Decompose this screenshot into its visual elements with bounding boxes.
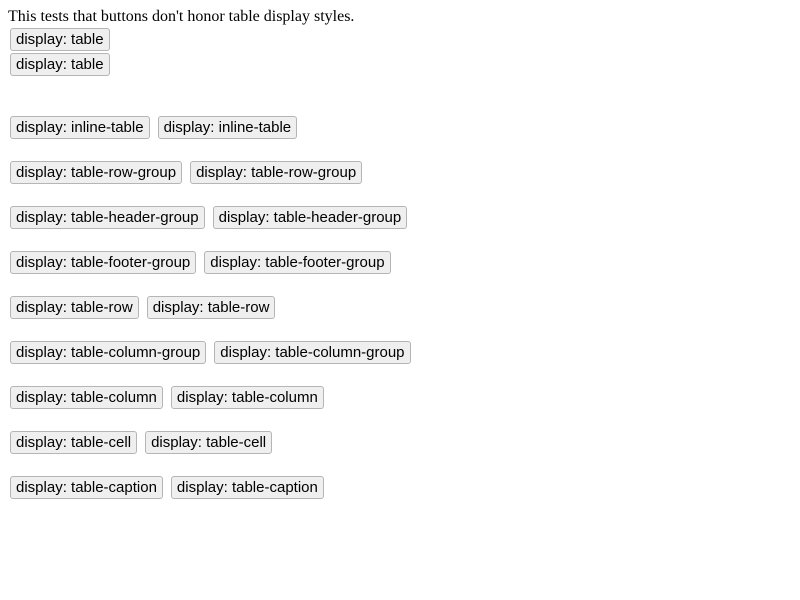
table-column-group-button[interactable]: display: table-column-group [10, 341, 207, 364]
button-row-table-cell: display: table-cell display: table-cell [10, 431, 280, 454]
table-button[interactable]: display: table [10, 28, 110, 51]
table-row-group-button[interactable]: display: table-row-group [10, 161, 183, 184]
button-row-table-caption: display: table-caption display: table-cap… [10, 476, 332, 499]
button-row-table-2: display: table [10, 53, 118, 76]
button-row-table-column: display: table-column display: table-colu… [10, 386, 332, 409]
table-row-group-button[interactable]: display: table-row-group [190, 161, 363, 184]
table-row-button[interactable]: display: table-row [146, 296, 276, 319]
button-row-table-column-group: display: table-column-group display: tabl… [10, 341, 419, 364]
table-column-button[interactable]: display: table-column [10, 386, 163, 409]
button-row-table-row-group: display: table-row-group display: table-r… [10, 161, 370, 184]
inline-table-button[interactable]: display: inline-table [10, 116, 150, 139]
table-cell-button[interactable]: display: table-cell [145, 431, 273, 454]
table-button[interactable]: display: table [10, 53, 110, 76]
table-footer-group-button[interactable]: display: table-footer-group [10, 251, 197, 274]
button-row-table-header-group: display: table-header-group display: tabl… [10, 206, 415, 229]
button-row-inline-table: display: inline-table display: inline-tab… [10, 116, 305, 139]
table-caption-button[interactable]: display: table-caption [170, 476, 324, 499]
table-column-button[interactable]: display: table-column [170, 386, 324, 409]
table-header-group-button[interactable]: display: table-header-group [10, 206, 205, 229]
button-row-table-row: display: table-row display: table-row [10, 296, 283, 319]
table-cell-button[interactable]: display: table-cell [10, 431, 138, 454]
inline-table-button[interactable]: display: inline-table [157, 116, 298, 139]
table-footer-group-button[interactable]: display: table-footer-group [204, 251, 391, 274]
table-column-group-button[interactable]: display: table-column-group [214, 341, 411, 364]
table-caption-button[interactable]: display: table-caption [10, 476, 163, 499]
table-header-group-button[interactable]: display: table-header-group [212, 206, 408, 229]
table-row-button[interactable]: display: table-row [10, 296, 139, 319]
button-row-table-footer-group: display: table-footer-group display: tabl… [10, 251, 399, 274]
button-row-table-1: display: table [10, 28, 118, 51]
intro-text: This tests that buttons don't honor tabl… [8, 8, 355, 25]
